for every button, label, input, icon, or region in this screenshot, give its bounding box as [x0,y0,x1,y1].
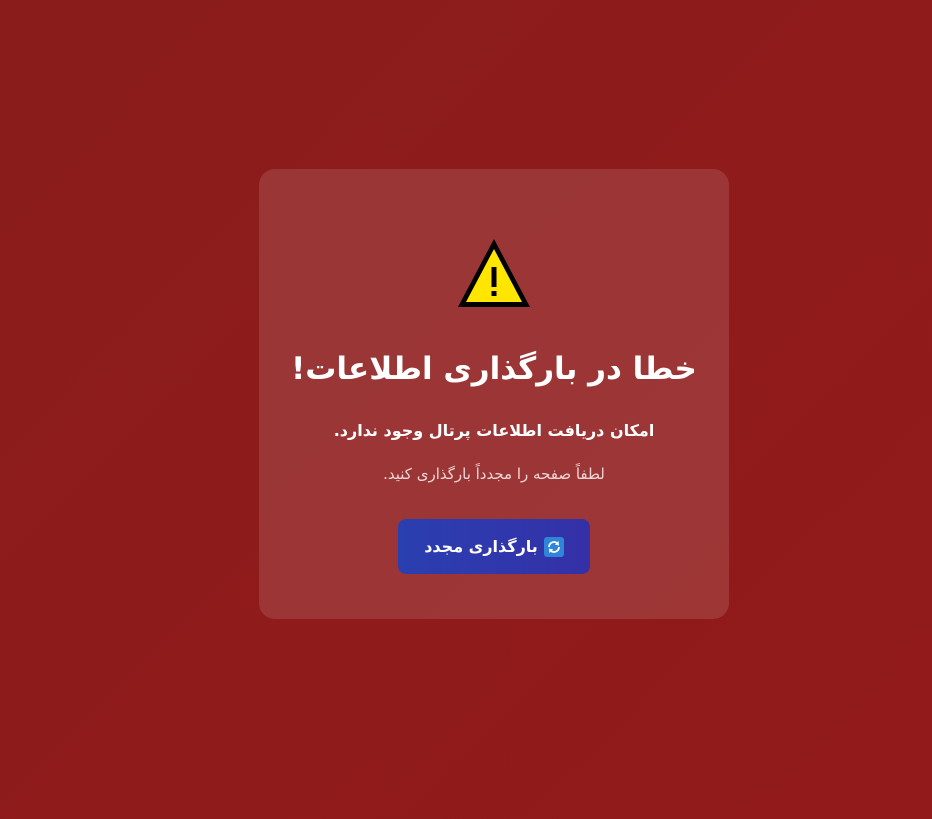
error-title: خطا در بارگذاری اطلاعات! [291,351,697,387]
error-card: خطا در بارگذاری اطلاعات! امکان دریافت اط… [259,169,729,619]
warning-triangle-icon [458,239,530,307]
error-hint: لطفاً صفحه را مجدداً بارگذاری کنید. [383,465,605,483]
reload-button-label: بارگذاری مجدد [424,537,538,556]
reload-button[interactable]: بارگذاری مجدد [398,519,590,574]
reload-icon [543,536,564,557]
error-message: امکان دریافت اطلاعات پرتال وجود ندارد. [333,421,655,440]
